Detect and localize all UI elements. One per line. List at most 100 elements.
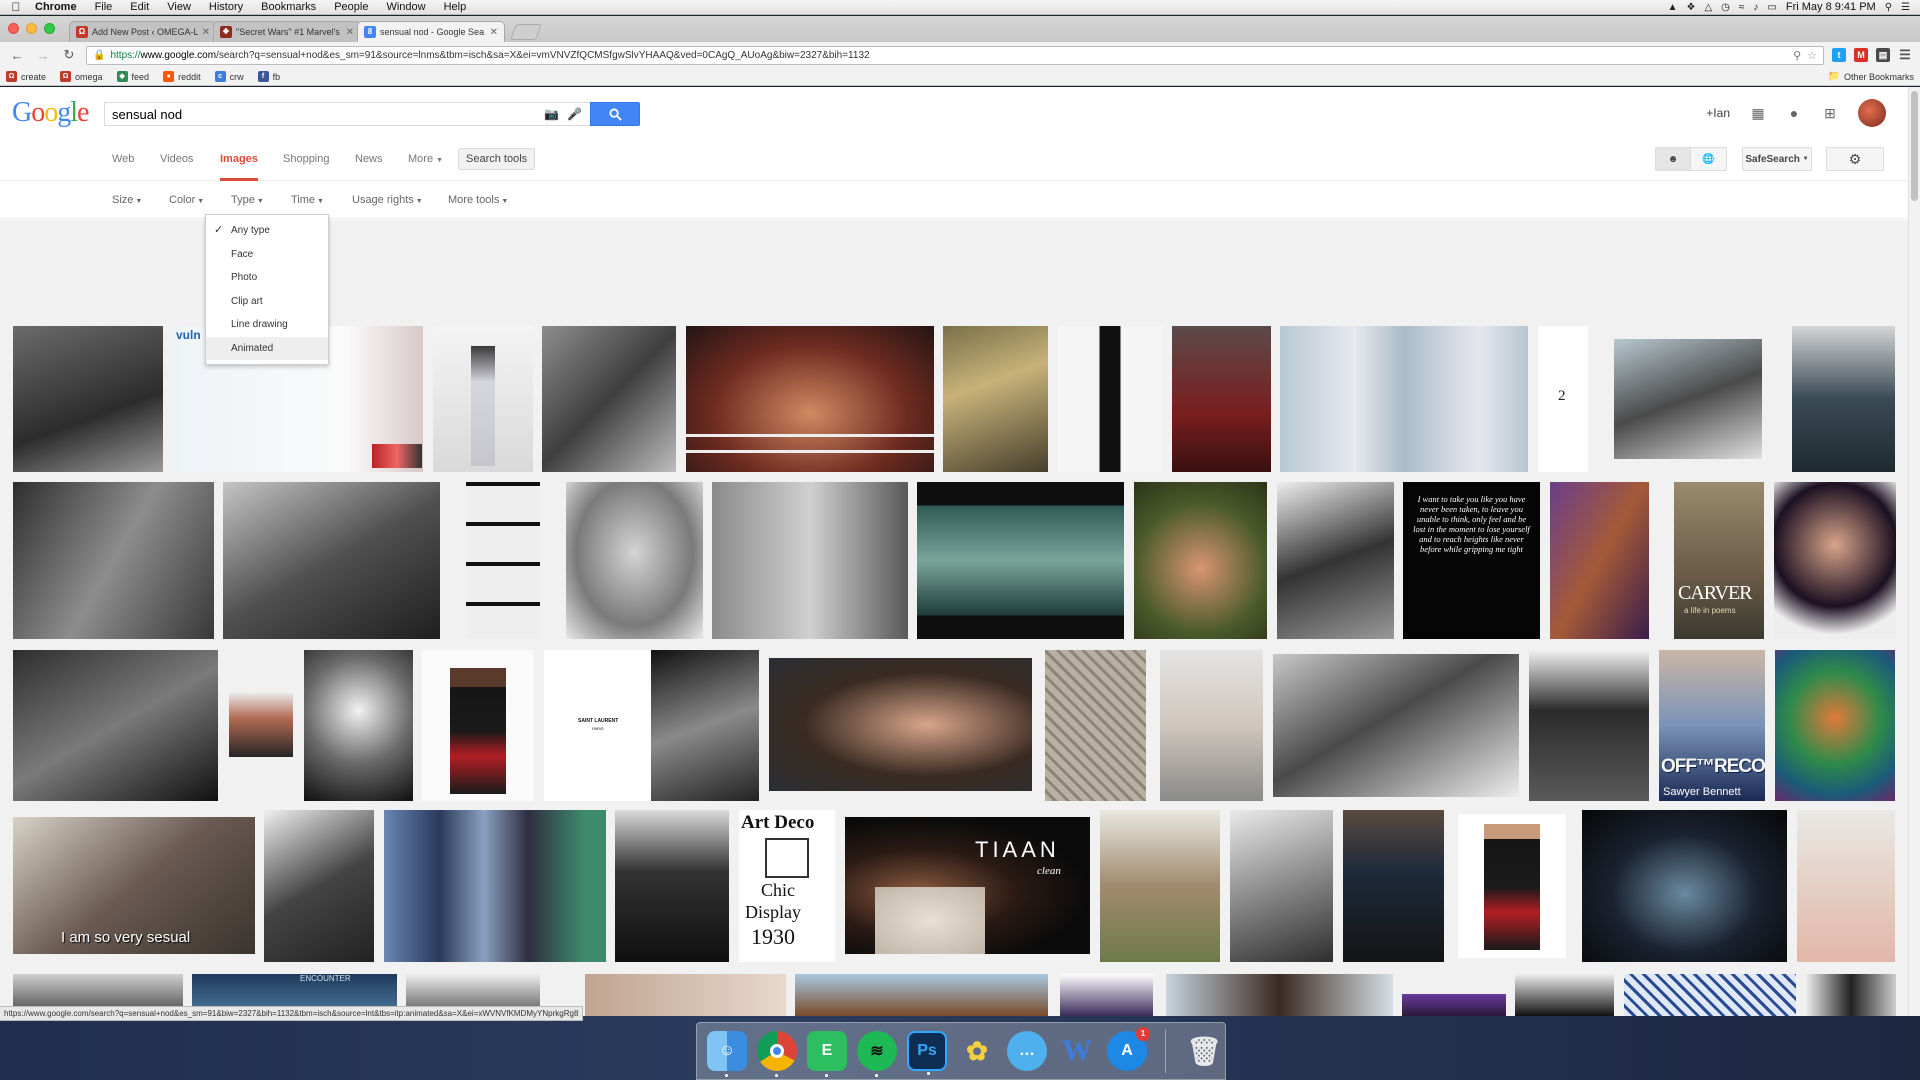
image-result[interactable] [304,650,413,801]
type-option-line-drawing[interactable]: Line drawing [206,313,328,337]
image-result[interactable] [1230,810,1333,962]
messages-dock-icon[interactable]: … [1007,1031,1047,1071]
new-tab-button[interactable] [510,24,542,40]
search-input[interactable] [112,106,545,122]
tab-news[interactable]: News [355,139,383,181]
image-result[interactable] [1529,650,1649,801]
timemachine-icon[interactable]: ◷ [1721,2,1730,13]
menu-window[interactable]: Window [377,1,434,13]
evernote-menu-icon[interactable]: ▲ [1668,2,1678,13]
image-result[interactable] [1797,810,1895,962]
menu-app-name[interactable]: Chrome [26,1,86,13]
zoom-icon[interactable]: ⚲ [1793,49,1801,62]
bookmark-create[interactable]: Ω create [6,71,46,82]
image-result[interactable] [943,326,1048,472]
avatar[interactable] [1858,99,1886,127]
image-result[interactable]: Art Deco Chic Display 1930 [739,810,835,962]
type-option-clip-art[interactable]: Clip art [206,290,328,314]
image-result[interactable] [1550,482,1649,639]
image-result[interactable] [229,693,293,757]
microphone-icon[interactable]: 🎤 [567,107,582,121]
image-result[interactable] [1792,326,1895,472]
bookmark-fb[interactable]: f fb [257,71,280,82]
image-result[interactable] [1058,326,1162,472]
evernote-dock-icon[interactable]: E [807,1031,847,1077]
image-result[interactable] [1277,482,1394,639]
search-tools-button[interactable]: Search tools [458,148,536,170]
image-result[interactable] [1280,326,1528,472]
word-dock-icon[interactable]: W [1057,1031,1097,1071]
bookmark-omega[interactable]: Ω omega [60,71,103,82]
tab-google-search[interactable]: 8 sensual nod - Google Sea ✕ [357,21,505,42]
chrome-menu-icon[interactable]: ☰ [1898,48,1912,62]
notification-center-icon[interactable]: ☰ [1901,2,1910,13]
image-result[interactable] [433,326,533,472]
zoom-window-button[interactable] [44,23,55,34]
image-result[interactable] [1458,814,1566,958]
image-result[interactable] [1100,810,1220,962]
volume-icon[interactable]: ♪ [1753,2,1758,13]
image-result[interactable] [13,482,214,639]
image-result[interactable] [585,974,786,1016]
image-result[interactable] [686,326,934,472]
page-scrollbar[interactable] [1908,87,1920,1016]
tab-close-icon[interactable]: ✕ [346,27,354,38]
other-bookmarks[interactable]: 📁 Other Bookmarks [1828,71,1914,82]
cast-extension-icon[interactable]: ▤ [1876,48,1890,62]
tab-close-icon[interactable]: ✕ [202,27,210,38]
battery-icon[interactable]: ▭ [1767,2,1776,13]
image-result[interactable] [917,482,1124,639]
image-result[interactable]: TIAAN clean [845,817,1090,954]
image-result[interactable]: SAINT LAURENT PARIS [544,650,651,801]
spotify-dock-icon[interactable]: ≋ [857,1031,897,1077]
wifi-icon[interactable]: ≈ [1739,2,1745,13]
gmail-extension-icon[interactable]: M [1854,48,1868,62]
photoshop-dock-icon[interactable]: Ps [907,1031,947,1075]
tab-close-icon[interactable]: ✕ [490,27,498,38]
image-result[interactable] [13,326,163,472]
chrome-dock-icon[interactable] [757,1031,797,1077]
minimize-window-button[interactable] [26,23,37,34]
bookmark-feed[interactable]: ◆ feed [116,71,149,82]
plus-user-link[interactable]: +Ian [1706,106,1730,120]
appstore-dock-icon[interactable]: A1 [1107,1027,1150,1071]
image-result[interactable] [1806,974,1896,1016]
tool-more-tools[interactable]: More tools ▼ [448,181,508,221]
tab-omega[interactable]: Ω Add New Post ‹ OMEGA-L ✕ [69,21,217,42]
image-result[interactable] [384,810,606,962]
spotlight-icon[interactable]: ⚲ [1885,2,1892,13]
image-result[interactable] [1614,339,1762,459]
tab-videos[interactable]: Videos [160,139,193,181]
menu-clock[interactable]: Fri May 8 9:41 PM [1786,1,1876,13]
tab-images[interactable]: Images [220,139,258,181]
trash-icon[interactable]: 🗑 [1184,1031,1224,1071]
search-button[interactable] [590,102,640,126]
image-result[interactable] [1774,482,1896,639]
back-arrow-icon[interactable]: ← [8,48,26,63]
scrollbar-thumb[interactable] [1911,91,1918,201]
google-logo[interactable]: Google [12,97,89,129]
image-result[interactable] [1624,974,1796,1016]
image-result[interactable]: 2 [1538,326,1588,472]
image-result[interactable] [1515,974,1614,1016]
share-plus-icon[interactable]: ⊞ [1822,105,1838,121]
type-option-face[interactable]: Face [206,243,328,267]
tool-color[interactable]: Color ▼ [169,181,204,221]
image-result[interactable] [466,482,540,639]
image-result[interactable] [1060,974,1153,1016]
apps-grid-icon[interactable]: ▦ [1750,105,1766,121]
type-option-any[interactable]: ✓ Any type [206,219,328,243]
forward-arrow-icon[interactable]: → [34,48,52,63]
image-result[interactable] [769,658,1032,791]
menu-file[interactable]: File [86,1,122,13]
menu-edit[interactable]: Edit [121,1,158,13]
image-result[interactable] [1402,994,1506,1016]
image-result[interactable] [1045,650,1146,801]
image-result[interactable] [1343,810,1444,962]
menu-help[interactable]: Help [435,1,476,13]
apple-icon[interactable]:  [6,0,26,14]
address-bar[interactable]: 🔒 https:// www.google.com /search?q=sens… [86,45,1824,65]
tab-secret-wars[interactable]: ❖ "Secret Wars" #1 Marvel's ✕ [213,21,361,42]
image-result[interactable] [615,810,729,962]
image-result[interactable] [1172,326,1271,472]
